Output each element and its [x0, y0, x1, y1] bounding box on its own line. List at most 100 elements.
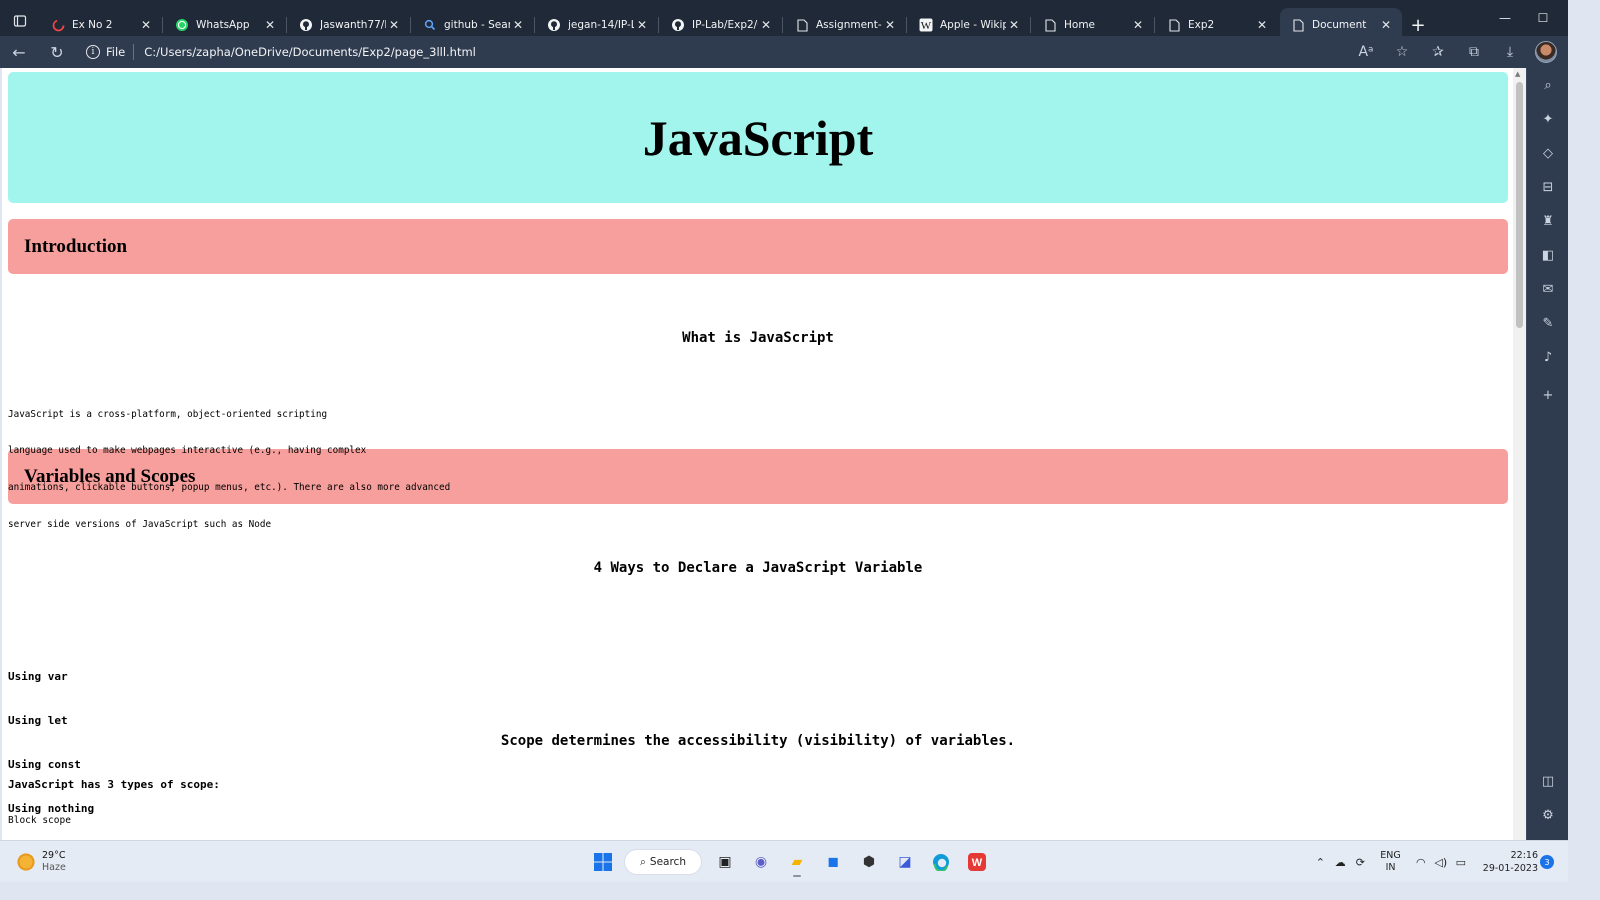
- maximize-button[interactable]: ☐: [1524, 0, 1562, 36]
- collections-button[interactable]: ⧉: [1456, 36, 1492, 68]
- intro-subheading: What is JavaScript: [682, 330, 834, 346]
- avatar: [1535, 41, 1557, 63]
- toolbar-actions: Aᵃ ☆ ✰ ⧉ ⤓ ···: [1348, 36, 1600, 68]
- close-icon[interactable]: ✕: [882, 18, 898, 32]
- task-view-icon: ▣: [718, 854, 732, 870]
- vscode-like-button[interactable]: ◪: [888, 847, 922, 877]
- svg-text:W: W: [972, 857, 983, 869]
- close-icon[interactable]: ✕: [138, 18, 154, 32]
- sidebar-designer-button[interactable]: ✎: [1527, 312, 1569, 334]
- bell-icon: ♪: [1543, 349, 1553, 365]
- minimize-icon: —: [1499, 11, 1511, 25]
- download-icon: ⤓: [1506, 44, 1514, 60]
- scroll-up-icon[interactable]: ▲: [1515, 70, 1520, 78]
- close-icon[interactable]: ✕: [1378, 18, 1394, 32]
- store-button[interactable]: ◼: [816, 847, 850, 877]
- edge-button[interactable]: [924, 847, 958, 877]
- taskbar-search[interactable]: ⌕ Search: [624, 849, 702, 875]
- taskbar: 29°C Haze ⌕ Search ▣ ◉ ▰ ◼ ⬢ ◪ W ⌃ ☁ ⟳ E…: [0, 840, 1568, 882]
- office-icon: ◧: [1541, 247, 1555, 263]
- start-button[interactable]: [586, 847, 620, 877]
- back-arrow-icon: ←: [12, 42, 26, 62]
- onedrive-icon[interactable]: ☁: [1330, 856, 1350, 869]
- clock-time: 22:16: [1510, 850, 1538, 861]
- section-heading: Introduction: [24, 235, 128, 257]
- file-icon: [1042, 17, 1058, 33]
- close-icon[interactable]: ✕: [1006, 18, 1022, 32]
- lang-line-1: ENG: [1380, 850, 1401, 861]
- minimize-button[interactable]: —: [1486, 0, 1524, 36]
- close-icon[interactable]: ✕: [1130, 18, 1146, 32]
- pen-icon: ✎: [1542, 315, 1554, 331]
- clock-date: 29-01-2023: [1482, 863, 1538, 874]
- tab-title: github - Search: [444, 19, 510, 31]
- sidebar-settings-button[interactable]: ⚙: [1527, 804, 1569, 826]
- list-item: Using var: [8, 670, 68, 684]
- tag-icon: ◇: [1543, 145, 1553, 161]
- volume-icon[interactable]: ◁): [1431, 856, 1451, 869]
- sidebar-hide-button[interactable]: ◫: [1527, 770, 1569, 792]
- input-language[interactable]: ENG IN: [1380, 850, 1400, 874]
- task-view-button[interactable]: ▣: [708, 847, 742, 877]
- github-icon: [546, 17, 562, 33]
- scrollbar-thumb[interactable]: [1516, 82, 1523, 328]
- refresh-button[interactable]: ↻: [38, 36, 76, 68]
- address-bar[interactable]: i File C:/Users/zapha/OneDrive/Documents…: [82, 39, 1232, 65]
- close-icon[interactable]: ✕: [1254, 18, 1270, 32]
- close-icon[interactable]: ✕: [510, 18, 526, 32]
- battery-icon[interactable]: ▭: [1451, 856, 1471, 869]
- app-button-dark[interactable]: ⬢: [852, 847, 886, 877]
- close-icon[interactable]: ✕: [386, 18, 402, 32]
- close-icon[interactable]: ✕: [262, 18, 278, 32]
- url-text[interactable]: C:/Users/zapha/OneDrive/Documents/Exp2/p…: [144, 45, 476, 59]
- file-explorer-button[interactable]: ▰: [780, 847, 814, 877]
- outlook-icon: ✉: [1542, 281, 1554, 297]
- sidebar-drop-button[interactable]: ♪: [1527, 346, 1569, 368]
- tab-title: Jaswanth77/IP-L: [320, 19, 386, 31]
- profile-button[interactable]: [1528, 36, 1564, 68]
- wikipedia-icon: W: [918, 17, 934, 33]
- file-icon: [794, 17, 810, 33]
- sidebar-office-button[interactable]: ◧: [1527, 244, 1569, 266]
- sidebar-add-button[interactable]: +: [1527, 384, 1569, 406]
- github-icon: [298, 17, 314, 33]
- sidebar-discover-button[interactable]: ✦: [1527, 108, 1569, 130]
- wps-office-button[interactable]: W: [960, 847, 994, 877]
- vertical-scrollbar[interactable]: ▲ ▼: [1513, 68, 1526, 854]
- cube-icon: ⬢: [862, 854, 876, 870]
- read-aloud-button[interactable]: Aᵃ: [1348, 36, 1384, 68]
- maximize-icon: ☐: [1537, 11, 1549, 25]
- wifi-icon[interactable]: ◠: [1411, 856, 1431, 869]
- sparkle-icon: ✦: [1542, 111, 1554, 127]
- wps-icon: W: [968, 853, 986, 871]
- sidebar-search-button[interactable]: ⌕: [1527, 74, 1569, 96]
- declaration-list: Using var Using let Using const Using no…: [8, 641, 1508, 814]
- notification-badge[interactable]: 3: [1540, 855, 1554, 869]
- editor-icon: ◪: [898, 854, 912, 870]
- add-favorite-button[interactable]: ☆: [1384, 36, 1420, 68]
- back-button[interactable]: ←: [0, 36, 38, 68]
- lang-line-2: IN: [1385, 862, 1396, 873]
- sidebar-games-button[interactable]: ♜: [1527, 210, 1569, 232]
- file-icon: [1290, 17, 1306, 33]
- close-icon[interactable]: ✕: [634, 18, 650, 32]
- favorites-button[interactable]: ✰: [1420, 36, 1456, 68]
- weather-condition: Haze: [42, 862, 66, 873]
- weather-widget[interactable]: 29°C Haze: [16, 850, 66, 874]
- taskbar-apps: ⌕ Search ▣ ◉ ▰ ◼ ⬢ ◪ W: [586, 847, 996, 877]
- search-icon: ⌕: [1544, 77, 1552, 93]
- close-icon[interactable]: ✕: [758, 18, 774, 32]
- tab-title: Ex No 2: [72, 19, 113, 31]
- search-icon: ⌕: [640, 855, 646, 868]
- sidebar-outlook-button[interactable]: ✉: [1527, 278, 1569, 300]
- info-icon: i: [86, 45, 100, 59]
- plus-icon: +: [1410, 14, 1426, 36]
- downloads-button[interactable]: ⤓: [1492, 36, 1528, 68]
- sync-icon[interactable]: ⟳: [1350, 856, 1370, 869]
- site-info-button[interactable]: i File: [82, 44, 135, 60]
- clock[interactable]: 22:16 29-01-2023: [1483, 849, 1538, 875]
- sidebar-tools-button[interactable]: ⊟: [1527, 176, 1569, 198]
- sidebar-shopping-button[interactable]: ◇: [1527, 142, 1569, 164]
- teams-chat-button[interactable]: ◉: [744, 847, 778, 877]
- chevron-up-icon[interactable]: ⌃: [1310, 856, 1330, 869]
